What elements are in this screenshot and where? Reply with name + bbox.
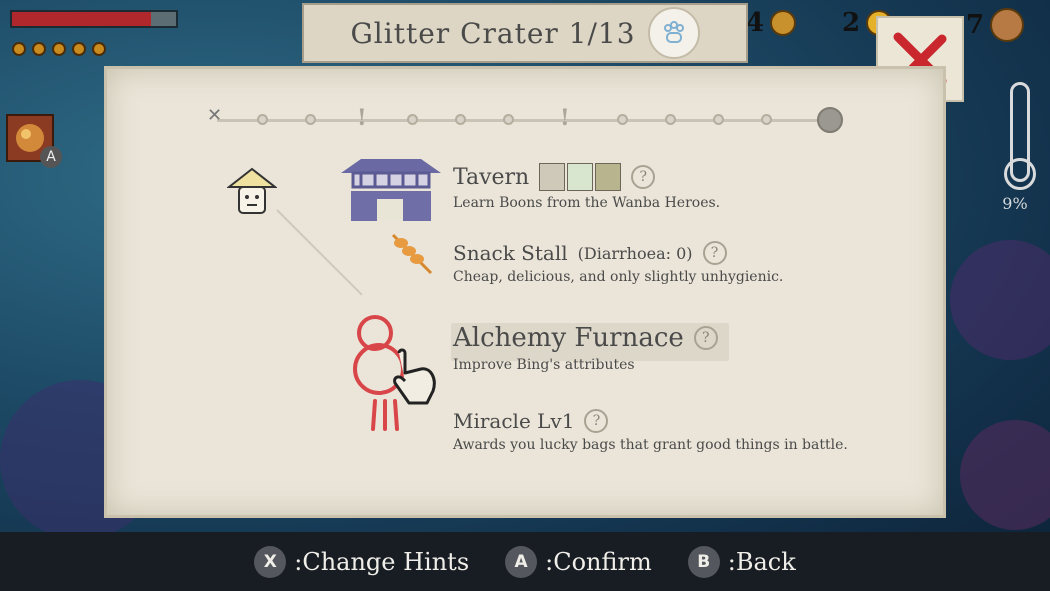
option-name: Miracle Lv1 [453,409,575,433]
thermometer-bulb-icon [1004,158,1036,190]
track-node [617,114,628,125]
energy-pip [12,42,26,56]
hero-portrait-icon [567,163,594,191]
hint-label: :Back [727,547,796,576]
energy-pips [12,42,106,56]
background-coral [960,420,1050,530]
option-alchemy-furnace[interactable]: Alchemy Furnace ? Improve Bing's attribu… [453,323,718,373]
option-description: Awards you lucky bags that grant good th… [453,437,848,453]
background-coral [950,240,1050,360]
gauge-percent: 9% [1002,194,1028,213]
coin-icon [770,10,797,36]
paw-icon-svg [663,21,684,43]
option-description: Learn Boons from the Wanba Heroes. [453,195,721,211]
track-node [761,114,772,125]
hero-portrait-icon [595,163,622,191]
track-event-icon: ! [357,105,367,131]
option-name: Snack Stall [453,241,568,265]
copper-counter: 7 [966,8,1025,42]
hero-avatar-icon [227,167,277,214]
copper-coin-icon [990,8,1025,42]
back-button[interactable]: B :Back [687,545,796,578]
title-banner: Glitter Crater 1/13 [302,3,748,63]
help-icon[interactable]: ? [702,241,727,265]
tavern-building-icon [341,159,441,221]
page-title: Glitter Crater 1/13 [350,16,636,50]
skill-key-badge: A [40,146,62,168]
stage-progress-track: ✕ ! ! [207,105,843,133]
track-start-icon: ✕ [207,105,223,126]
option-title: Miracle Lv1 ? [453,409,848,433]
track-node [257,114,268,125]
option-name: Tavern [453,164,530,190]
skill-slot[interactable]: A [6,114,62,168]
option-miracle[interactable]: Miracle Lv1 ? Awards you lucky bags that… [453,409,848,453]
hint-label: :Change Hints [294,547,470,576]
pointer-hand-icon [393,348,436,405]
x-button-icon: X [254,545,287,578]
option-title: Alchemy Furnace ? [453,323,718,353]
option-description: Cheap, delicious, and only slightly unhy… [453,269,784,285]
change-hints-button[interactable]: X :Change Hints [254,545,470,578]
track-node [407,114,418,125]
track-end-icon [817,107,843,133]
track-node [455,114,466,125]
track-node [503,114,514,125]
energy-pip [72,42,86,56]
hint-label: :Confirm [545,547,652,576]
b-button-icon: B [687,545,720,578]
skewer-icon [391,233,433,275]
coin-counter: 4 [746,8,797,38]
health-bar-fill [12,12,152,26]
hero-portrait-icon [539,163,566,191]
help-icon[interactable]: ? [631,165,656,189]
health-bar [10,10,178,28]
copper-count: 7 [966,10,985,40]
track-event-icon: ! [560,105,570,131]
help-icon[interactable]: ? [693,326,718,350]
help-icon[interactable]: ? [584,409,609,433]
track-node [305,114,316,125]
energy-pip [92,42,106,56]
hero-portraits [539,163,622,191]
button-hints-bar: X :Change Hints A :Confirm B :Back [0,532,1050,591]
option-title: Tavern ? [453,163,720,191]
track-node [713,114,724,125]
option-title: Snack Stall (Diarrhoea: 0) ? [453,241,783,265]
energy-pip [32,42,46,56]
option-tavern[interactable]: Tavern ? Learn Boons from the Wanba Hero… [453,163,720,211]
energy-pip [52,42,66,56]
facility-panel: ✕ ! ! Tavern ? Learn Boons from the Wanb… [104,66,946,518]
option-description: Improve Bing's attributes [453,357,635,373]
option-extra: (Diarrhoea: 0) [577,243,693,263]
paw-icon [647,7,700,59]
coin-count: 4 [746,8,765,38]
option-name: Alchemy Furnace [453,323,684,353]
a-button-icon: A [505,545,538,578]
track-node [665,114,676,125]
confirm-button[interactable]: A :Confirm [505,545,652,578]
gold-count: 2 [842,8,861,38]
option-snack-stall[interactable]: Snack Stall (Diarrhoea: 0) ? Cheap, deli… [453,241,783,285]
